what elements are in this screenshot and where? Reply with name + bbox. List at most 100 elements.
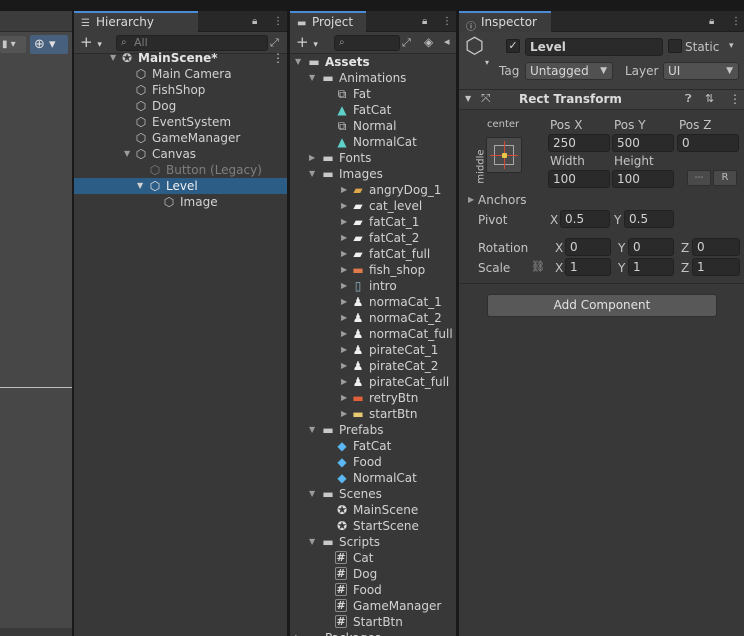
scene-view[interactable]: ▮ ▾ ⊕ ▾	[0, 11, 72, 636]
expand-arrow-icon[interactable]: ▼	[110, 50, 116, 66]
collapsed-arrow-icon[interactable]: ▶	[295, 630, 301, 636]
expand-arrow-icon[interactable]: ▼	[309, 70, 315, 86]
project-asset-row[interactable]: # Dog	[290, 566, 456, 582]
hierarchy-item-disabled[interactable]: ⬡ Button (Legacy)	[74, 162, 287, 178]
project-asset-row[interactable]: ▶ ▬ startBtn	[290, 406, 456, 422]
collapse-icon[interactable]: ◂	[444, 35, 450, 48]
scale-x-field[interactable]: 1	[565, 258, 611, 276]
project-asset-row[interactable]: ▶ ▰ fatCat_2	[290, 230, 456, 246]
project-asset-row[interactable]: ◆ NormalCat	[290, 470, 456, 486]
collapsed-arrow-icon[interactable]: ▶	[341, 342, 347, 358]
scene-row[interactable]: ▼ ✪ MainScene* ⋮	[74, 50, 287, 66]
project-folder-row[interactable]: ▼ ▬ Prefabs	[290, 422, 456, 438]
collapsed-arrow-icon[interactable]: ▶	[341, 310, 347, 326]
pos-z-field[interactable]: 0	[677, 134, 739, 152]
lock-icon[interactable]: 🔒︎	[422, 16, 427, 27]
project-asset-row[interactable]: ⧉ Fat	[290, 86, 456, 102]
project-folder-row[interactable]: ▼ ▬ Images	[290, 166, 456, 182]
project-asset-row[interactable]: # StartBtn	[290, 614, 456, 630]
grid-snap-icon[interactable]: ▮ ▾	[0, 36, 26, 53]
pos-y-field[interactable]: 500	[612, 134, 674, 152]
pivot-y-field[interactable]: 0.5	[624, 210, 674, 228]
scale-z-field[interactable]: 1	[692, 258, 740, 276]
object-name-field[interactable]: Level	[525, 38, 663, 56]
anchors-label[interactable]: Anchors	[478, 193, 527, 207]
project-asset-row[interactable]: ✪ StartScene	[290, 518, 456, 534]
active-checkbox[interactable]: ✓	[506, 39, 520, 53]
gizmo-icon[interactable]: ⊕ ▾	[30, 35, 68, 54]
search-options-icon[interactable]: ⤢	[270, 36, 279, 50]
hierarchy-item[interactable]: ⬡ FishShop	[74, 82, 287, 98]
expand-arrow-icon[interactable]: ▼	[309, 534, 315, 550]
lock-icon[interactable]: 🔒︎	[709, 16, 714, 27]
pivot-x-field[interactable]: 0.5	[560, 210, 610, 228]
tag-dropdown[interactable]: Untagged ▼	[525, 62, 613, 80]
project-asset-row[interactable]: ▶ ▰ angryDog_1	[290, 182, 456, 198]
more-menu-icon[interactable]: ⋮	[273, 16, 283, 27]
project-asset-row[interactable]: ▶ ♟ normaCat_1	[290, 294, 456, 310]
project-asset-row[interactable]: ▲ FatCat	[290, 102, 456, 118]
project-folder-row[interactable]: ▼ ▬ Scenes	[290, 486, 456, 502]
tab-hierarchy[interactable]: ☰ Hierarchy	[74, 11, 198, 32]
foldout-arrow-icon[interactable]: ▼	[465, 94, 471, 103]
collapsed-arrow-icon[interactable]: ▶	[309, 150, 315, 166]
project-asset-row[interactable]: ▶ ♟ pirateCat_2	[290, 358, 456, 374]
width-field[interactable]: 100	[548, 170, 610, 188]
project-folder-row[interactable]: ▶ ▬ Fonts	[290, 150, 456, 166]
project-asset-row[interactable]: ◆ FatCat	[290, 438, 456, 454]
collapsed-arrow-icon[interactable]: ▶	[341, 198, 347, 214]
collapsed-arrow-icon[interactable]: ▶	[341, 278, 347, 294]
hierarchy-item-selected[interactable]: ▼ ⬡ Level	[74, 178, 287, 194]
filter-icon[interactable]: ◈	[424, 35, 433, 49]
layer-dropdown[interactable]: UI ▼	[663, 62, 739, 80]
project-folder-row[interactable]: ▼ ▬ Assets	[290, 54, 456, 70]
more-menu-icon[interactable]: ⋮	[442, 16, 452, 27]
project-asset-row[interactable]: ▶ ▰ cat_level	[290, 198, 456, 214]
collapsed-arrow-icon[interactable]: ▶	[341, 214, 347, 230]
collapsed-arrow-icon[interactable]: ▶	[341, 390, 347, 406]
project-asset-row[interactable]: ▶ ▰ fatCat_full	[290, 246, 456, 262]
project-asset-row[interactable]: # GameManager	[290, 598, 456, 614]
collapsed-arrow-icon[interactable]: ▶	[341, 406, 347, 422]
project-asset-row[interactable]: ✪ MainScene	[290, 502, 456, 518]
add-icon[interactable]: + ▾	[296, 33, 318, 51]
collapsed-arrow-icon[interactable]: ▶	[341, 326, 347, 342]
project-asset-row[interactable]: ▶ ▯ intro	[290, 278, 456, 294]
hierarchy-item[interactable]: ⬡ GameManager	[74, 130, 287, 146]
static-dropdown-icon[interactable]: ▾	[729, 41, 734, 51]
project-asset-row[interactable]: ▶ ♟ normaCat_full	[290, 326, 456, 342]
project-asset-row[interactable]: ▲ NormalCat	[290, 134, 456, 150]
hierarchy-item[interactable]: ⬡ Main Camera	[74, 66, 287, 82]
expand-arrow-icon[interactable]: ▼	[309, 166, 315, 182]
prefab-dropdown-arrow-icon[interactable]: ▾	[485, 58, 489, 67]
expand-arrow-icon[interactable]: ▼	[124, 146, 130, 162]
hierarchy-search-input[interactable]: ⌕ All	[116, 35, 268, 51]
project-asset-row[interactable]: ▶ ▬ retryBtn	[290, 390, 456, 406]
project-asset-row[interactable]: # Food	[290, 582, 456, 598]
hierarchy-item[interactable]: ⬡ Image	[74, 194, 287, 210]
project-folder-row[interactable]: ▼ ▬ Animations	[290, 70, 456, 86]
presets-icon[interactable]: ⇅	[705, 92, 714, 105]
anchors-foldout-icon[interactable]: ▶	[468, 195, 474, 204]
collapsed-arrow-icon[interactable]: ▶	[341, 262, 347, 278]
project-asset-row[interactable]: ▶ ♟ pirateCat_full	[290, 374, 456, 390]
project-asset-row[interactable]: ▶ ▰ fatCat_1	[290, 214, 456, 230]
collapsed-arrow-icon[interactable]: ▶	[341, 294, 347, 310]
lock-icon[interactable]: 🔒︎	[252, 16, 257, 27]
expand-arrow-icon[interactable]: ▼	[137, 178, 143, 194]
tab-inspector[interactable]: ⓘ Inspector	[459, 11, 551, 33]
collapsed-arrow-icon[interactable]: ▶	[341, 358, 347, 374]
project-asset-row[interactable]: ⧉ Normal	[290, 118, 456, 134]
component-menu-icon[interactable]: ⋮	[729, 92, 741, 106]
tab-project[interactable]: ▬ Project	[290, 11, 366, 32]
expand-arrow-icon[interactable]: ▼	[309, 486, 315, 502]
add-icon[interactable]: + ▾	[80, 33, 102, 51]
hierarchy-item[interactable]: ⬡ Dog	[74, 98, 287, 114]
project-asset-row[interactable]: ◆ Food	[290, 454, 456, 470]
static-checkbox[interactable]	[668, 39, 682, 53]
collapsed-arrow-icon[interactable]: ▶	[341, 246, 347, 262]
rot-y-field[interactable]: 0	[628, 238, 674, 256]
help-icon[interactable]: ❓︎	[685, 92, 692, 106]
project-search-input[interactable]: ⌕	[334, 35, 400, 51]
project-folder-row[interactable]: ▶ ▬ Packages	[290, 630, 456, 636]
